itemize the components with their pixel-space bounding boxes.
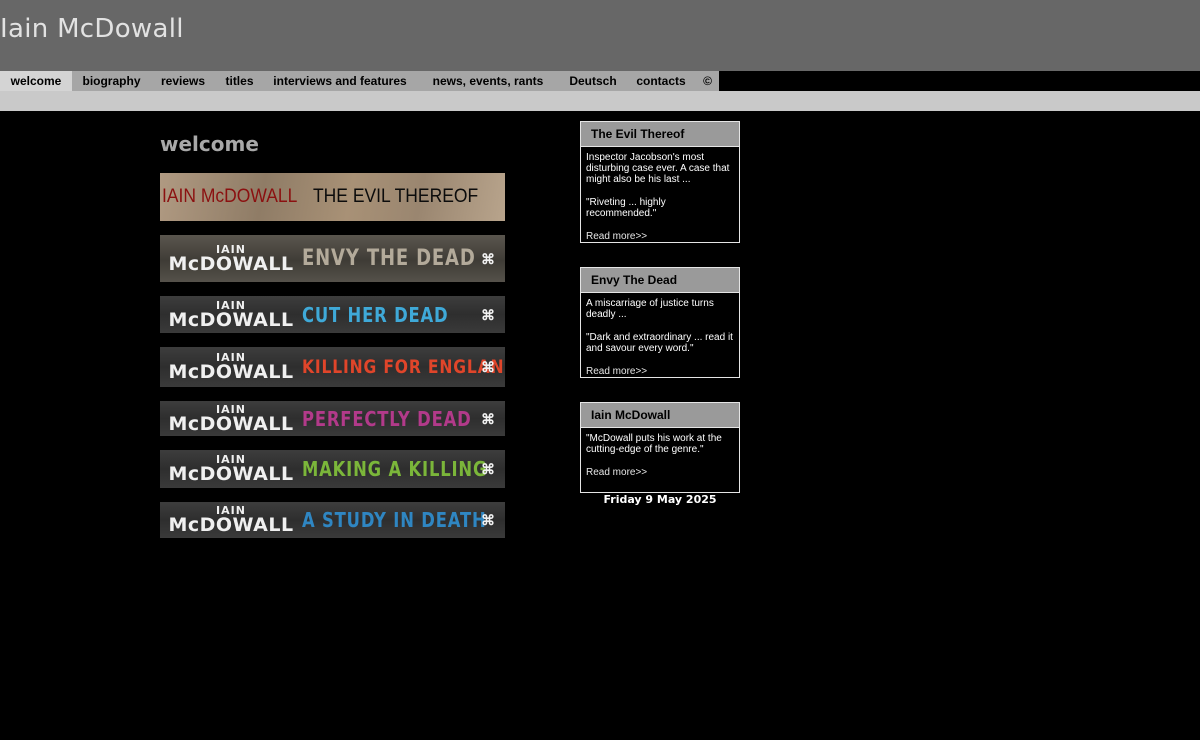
banner-title: KILLING FOR ENGLAND — [302, 356, 505, 378]
publisher-logo-icon: ⌘ — [481, 306, 495, 323]
publisher-logo-icon: ⌘ — [481, 359, 495, 375]
box-title: Envy The Dead — [581, 268, 739, 293]
main-nav: welcome biography reviews titles intervi… — [0, 71, 1200, 91]
publisher-logo-icon: ⌘ — [481, 250, 495, 267]
publisher-logo-icon: ⌘ — [481, 410, 495, 427]
box-blurb: Inspector Jacobson's most disturbing cas… — [586, 152, 730, 185]
banner-author: IAIN McDOWALL — [162, 186, 298, 207]
page-title: welcome — [160, 132, 259, 156]
current-date: Friday 9 May 2025 — [603, 493, 717, 506]
nav-item-copyright[interactable]: © — [696, 71, 719, 91]
sidebar-box-envy-the-dead: Envy The Dead A miscarriage of justice t… — [580, 267, 740, 378]
box-title: The Evil Thereof — [581, 122, 739, 147]
nav-item-interviews[interactable]: interviews and features — [264, 71, 416, 91]
book-banner-the-evil-thereof[interactable]: IAIN McDOWALL THE EVIL THEREOF — [160, 173, 505, 221]
book-banner-perfectly-dead[interactable]: IAIN McDOWALL PERFECTLY DEAD ⌘ — [160, 401, 505, 436]
banner-title: CUT HER DEAD — [302, 302, 449, 327]
publisher-logo-icon: ⌘ — [481, 461, 495, 477]
nav-item-reviews[interactable]: reviews — [151, 71, 215, 91]
sub-nav-bar — [0, 91, 1200, 111]
banner-author: IAIN McDOWALL — [168, 453, 294, 485]
book-banner-killing-for-england[interactable]: IAIN McDOWALL KILLING FOR ENGLAND ⌘ — [160, 347, 505, 387]
banner-title: THE EVIL THEREOF — [313, 186, 479, 207]
book-banner-making-a-killing[interactable]: IAIN McDOWALL MAKING A KILLING ⌘ — [160, 450, 505, 488]
nav-item-biography[interactable]: biography — [72, 71, 151, 91]
banner-author: IAIN McDOWALL — [168, 298, 294, 331]
publisher-logo-icon: ⌘ — [481, 512, 495, 528]
read-more-link[interactable]: Read more>> — [586, 231, 734, 242]
box-body: A miscarriage of justice turns deadly ..… — [581, 293, 739, 381]
banner-author: IAIN McDOWALL — [168, 242, 294, 275]
book-banner-envy-the-dead[interactable]: IAIN McDOWALL ENVY THE DEAD ⌘ — [160, 235, 505, 282]
box-quote: "Riveting ... highly recommended." — [586, 197, 666, 219]
box-quote: "McDowall puts his work at the cutting-e… — [586, 433, 722, 455]
read-more-link[interactable]: Read more>> — [586, 467, 734, 478]
banner-title: A STUDY IN DEATH — [302, 508, 487, 532]
site-title: Iain McDowall — [0, 14, 184, 44]
nav-item-news[interactable]: news, events, rants — [416, 71, 560, 91]
banner-author: IAIN McDOWALL — [168, 351, 294, 383]
book-banner-a-study-in-death[interactable]: IAIN McDOWALL A STUDY IN DEATH ⌘ — [160, 502, 505, 538]
box-title: Iain McDowall — [581, 403, 739, 428]
banner-author: IAIN McDOWALL — [168, 504, 294, 536]
banner-title: ENVY THE DEAD — [302, 246, 476, 271]
banner-title: PERFECTLY DEAD — [302, 406, 472, 431]
banner-title: MAKING A KILLING — [302, 457, 488, 481]
book-banner-cut-her-dead[interactable]: IAIN McDOWALL CUT HER DEAD ⌘ — [160, 296, 505, 333]
box-body: Inspector Jacobson's most disturbing cas… — [581, 147, 739, 246]
box-quote: "Dark and extraordinary ... read it and … — [586, 332, 733, 354]
nav-item-titles[interactable]: titles — [215, 71, 264, 91]
nav-item-contacts[interactable]: contacts — [626, 71, 696, 91]
nav-item-deutsch[interactable]: Deutsch — [560, 71, 626, 91]
box-blurb: A miscarriage of justice turns deadly ..… — [586, 298, 714, 320]
read-more-link[interactable]: Read more>> — [586, 366, 734, 377]
banner-author: IAIN McDOWALL — [168, 402, 294, 435]
nav-item-welcome[interactable]: welcome — [0, 71, 72, 91]
sidebar-box-iain-mcdowall: Iain McDowall "McDowall puts his work at… — [580, 402, 740, 493]
box-body: "McDowall puts his work at the cutting-e… — [581, 428, 739, 482]
site-header: Iain McDowall — [0, 0, 1200, 71]
sidebar-box-the-evil-thereof: The Evil Thereof Inspector Jacobson's mo… — [580, 121, 740, 243]
